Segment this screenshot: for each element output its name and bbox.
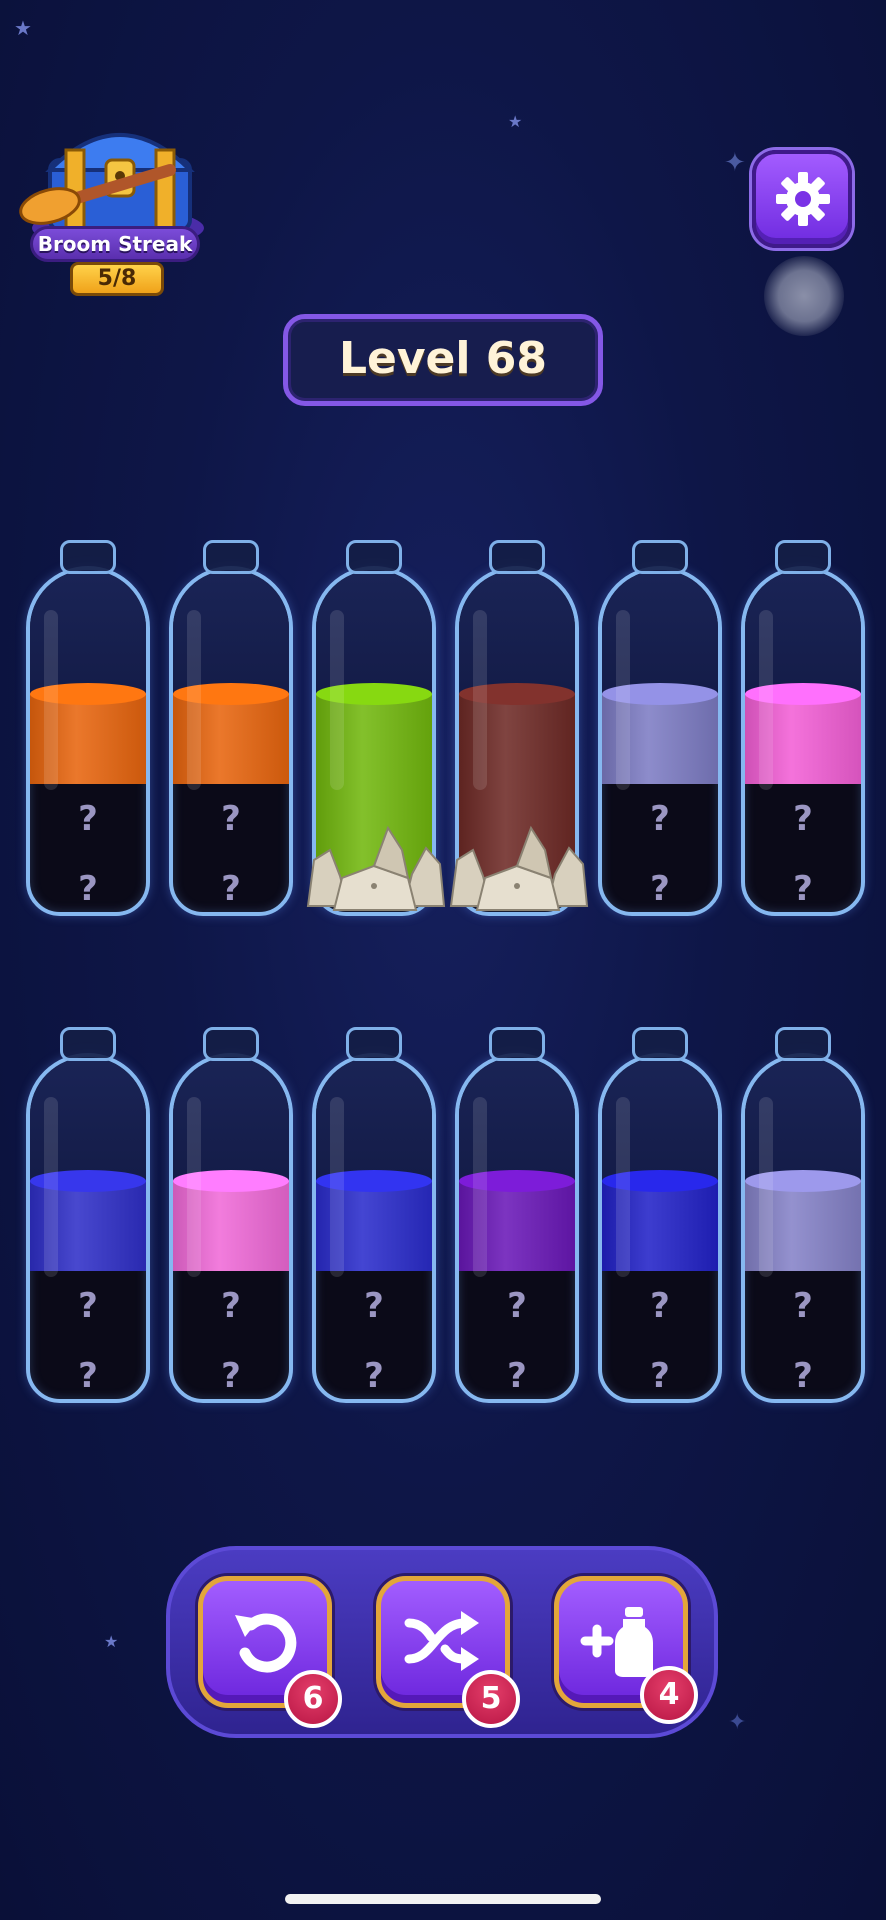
glass-shine: [616, 1097, 630, 1277]
bottle[interactable]: ??: [26, 540, 150, 916]
bottle-neck: [346, 540, 402, 574]
star-decoration: ★: [104, 1632, 119, 1651]
glass-shine: [330, 610, 344, 790]
hidden-layer-question-mark: ?: [221, 799, 241, 839]
bottle[interactable]: ??: [312, 1027, 436, 1403]
glass-shine: [44, 610, 58, 790]
hidden-layer-question-mark: ?: [221, 1356, 241, 1396]
bottle[interactable]: ??: [598, 540, 722, 916]
broom-streak-label: Broom Streak: [30, 226, 200, 262]
glass-shine: [44, 1097, 58, 1277]
hidden-layer-question-mark: ?: [507, 1286, 527, 1326]
bottle[interactable]: ??: [169, 1027, 293, 1403]
bottle[interactable]: ??: [26, 1027, 150, 1403]
glass-shine: [759, 1097, 773, 1277]
bottle[interactable]: ??: [598, 1027, 722, 1403]
star-decoration: ✦: [728, 1710, 747, 1735]
hidden-layer-question-mark: ?: [650, 869, 670, 909]
bottle-body: ??: [741, 1053, 865, 1403]
hidden-layer-question-mark: ?: [650, 1356, 670, 1396]
gear-icon: [776, 172, 830, 226]
star-decoration: ★: [508, 112, 523, 131]
glass-shine: [759, 610, 773, 790]
level-title: Level 68: [283, 314, 603, 406]
bottle[interactable]: [449, 540, 589, 916]
bottle-body: ??: [312, 1053, 436, 1403]
bottle-body: ??: [26, 566, 150, 916]
hidden-layer-question-mark: ?: [78, 1356, 98, 1396]
bottle-body: ??: [26, 1053, 150, 1403]
bottle-neck: [346, 1027, 402, 1061]
hidden-layer-question-mark: ?: [221, 869, 241, 909]
hidden-layer-question-mark: ?: [78, 869, 98, 909]
glass-shine: [187, 610, 201, 790]
bottle[interactable]: ??: [455, 1027, 579, 1403]
glass-shine: [473, 610, 487, 790]
settings-button[interactable]: [752, 150, 852, 248]
shuffle-icon: [404, 1611, 479, 1671]
hidden-layer-question-mark: ?: [364, 1286, 384, 1326]
hidden-layer-question-mark: ?: [793, 1356, 813, 1396]
bottle-neck: [775, 1027, 831, 1061]
bottle-neck: [60, 1027, 116, 1061]
bottle-neck: [775, 540, 831, 574]
bottle[interactable]: ??: [741, 1027, 865, 1403]
hidden-layer-question-mark: ?: [221, 1286, 241, 1326]
bottle-body: ??: [455, 1053, 579, 1403]
glass-shine: [616, 610, 630, 790]
bottle-neck: [203, 1027, 259, 1061]
hidden-layer-question-mark: ?: [793, 799, 813, 839]
rock-lock-icon: [306, 825, 446, 911]
touch-indicator: [764, 256, 844, 336]
broom-streak-count: 5/8: [70, 262, 164, 296]
undo-count-badge: 6: [284, 1670, 342, 1728]
bottle-neck: [203, 540, 259, 574]
bottle-body: ??: [169, 1053, 293, 1403]
hidden-layer-question-mark: ?: [650, 1286, 670, 1326]
add-bottle-count-badge: 4: [640, 1666, 698, 1724]
star-decoration: ✦: [724, 148, 746, 178]
bottle-neck: [489, 540, 545, 574]
hidden-layer-question-mark: ?: [650, 799, 670, 839]
shuffle-count-badge: 5: [462, 1670, 520, 1728]
hidden-layer-question-mark: ?: [78, 799, 98, 839]
hidden-layer-question-mark: ?: [364, 1356, 384, 1396]
bottle-body: ??: [741, 566, 865, 916]
bottle-neck: [60, 540, 116, 574]
bottle-body: ??: [598, 1053, 722, 1403]
home-indicator: [285, 1894, 601, 1904]
hidden-layer-question-mark: ?: [78, 1286, 98, 1326]
star-decoration: ★: [14, 16, 32, 40]
glass-shine: [330, 1097, 344, 1277]
glass-shine: [473, 1097, 487, 1277]
bottle[interactable]: [306, 540, 446, 916]
bottle[interactable]: ??: [169, 540, 293, 916]
undo-icon: [235, 1613, 297, 1673]
glass-shine: [187, 1097, 201, 1277]
bottle[interactable]: ??: [741, 540, 865, 916]
bottle-neck: [632, 1027, 688, 1061]
bottle-body: ??: [598, 566, 722, 916]
bottle-body: ??: [169, 566, 293, 916]
bottle-neck: [632, 540, 688, 574]
hidden-layer-question-mark: ?: [793, 1286, 813, 1326]
hidden-layer-question-mark: ?: [793, 869, 813, 909]
hidden-layer-question-mark: ?: [507, 1356, 527, 1396]
rock-lock-icon: [449, 825, 589, 911]
bottle-neck: [489, 1027, 545, 1061]
